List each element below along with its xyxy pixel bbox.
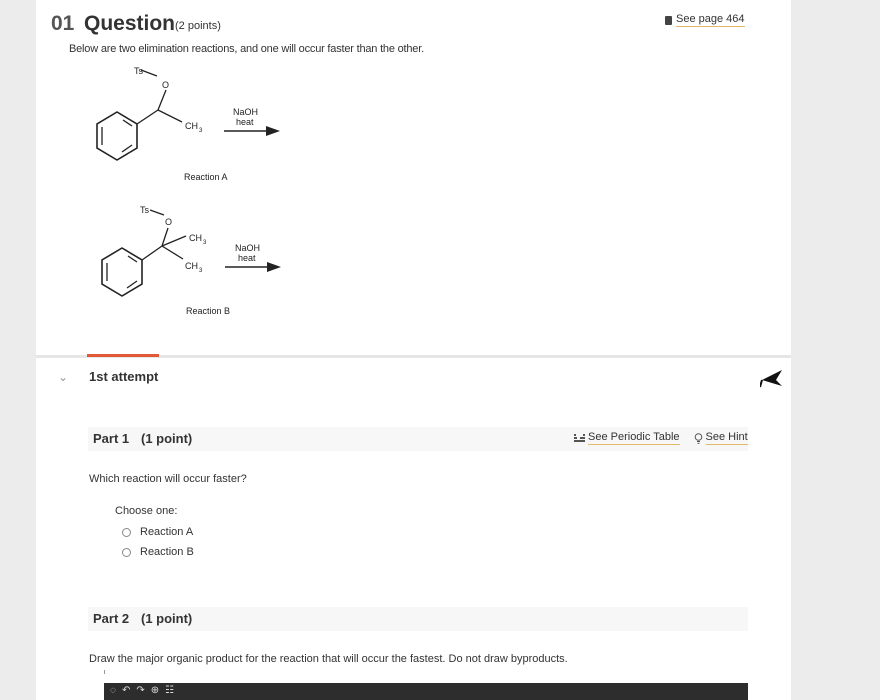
reaction-b-label: Reaction B: [186, 306, 230, 316]
chevron-down-icon[interactable]: ⌄: [58, 370, 68, 384]
see-hint-label: See Hint: [705, 431, 748, 445]
see-periodic-table-link[interactable]: See Periodic Table: [574, 431, 680, 445]
question-panel: 01 Question (2 points) See page 464 Belo…: [36, 0, 791, 700]
option-label: Reaction A: [140, 526, 194, 538]
drawing-editor-toolbar: ◌ ↶ ↷ ⊕ ☷: [104, 683, 748, 700]
part1-label: Part 1: [93, 431, 130, 446]
part2-header: Part 2 (1 point): [88, 607, 748, 631]
reaction-b-o: O: [165, 217, 172, 227]
periodic-table-icon: [574, 433, 585, 442]
see-periodic-table-label: See Periodic Table: [588, 431, 680, 445]
reaction-a-condition: heat: [236, 117, 254, 127]
reaction-b-ch3-top-sub: 3: [203, 240, 207, 246]
redo-icon[interactable]: ↷: [136, 685, 144, 696]
reset-icon[interactable]: ◌: [110, 685, 116, 696]
reaction-a-ts: Ts: [134, 66, 144, 76]
choose-one-label: Choose one:: [115, 505, 178, 517]
reaction-b-reagent: NaOH: [235, 243, 260, 253]
reaction-b-condition: heat: [238, 253, 256, 263]
part1-prompt: Which reaction will occur faster?: [89, 473, 247, 485]
reaction-a-o: O: [162, 80, 169, 90]
reaction-b-ch3-bottom: CH: [185, 261, 198, 271]
reaction-b-ch3-bottom-sub: 3: [199, 268, 203, 274]
part1-points: (1 point): [141, 431, 193, 446]
option-label: Reaction B: [140, 546, 194, 558]
reaction-b-ch3-top: CH: [189, 233, 202, 243]
see-hint-link[interactable]: See Hint: [694, 431, 748, 445]
undo-icon[interactable]: ↶: [122, 685, 130, 696]
part2-prompt: Draw the major organic product for the r…: [89, 653, 568, 665]
reaction-scheme: Ts O CH 3 NaOH heat Reaction A Ts O CH 3…: [96, 66, 281, 316]
zoom-icon[interactable]: ⊕: [151, 685, 159, 696]
reaction-a-ch3: CH: [185, 121, 198, 131]
flag-icon[interactable]: [760, 368, 784, 388]
radio-button[interactable]: [122, 547, 131, 557]
reaction-b-ts: Ts: [140, 205, 150, 215]
lightbulb-icon: [694, 432, 702, 444]
part2-points: (1 point): [141, 611, 193, 626]
option-reaction-a[interactable]: Reaction A: [122, 526, 193, 538]
reaction-a-arrow: [266, 126, 280, 136]
reaction-b-structure: Ts O CH 3 CH 3 NaOH heat Reaction B: [101, 205, 281, 316]
reaction-a-structure: Ts O CH 3 NaOH heat Reaction A: [96, 66, 280, 182]
attempt-tab-indicator: [87, 354, 159, 357]
part2-label: Part 2: [93, 611, 130, 626]
editor-marker: [104, 670, 105, 674]
option-reaction-b[interactable]: Reaction B: [122, 546, 194, 558]
settings-icon[interactable]: ☷: [165, 685, 174, 696]
reaction-a-ch3-sub: 3: [199, 128, 203, 134]
reaction-a-label: Reaction A: [184, 172, 228, 182]
reaction-b-arrow: [267, 262, 281, 272]
radio-button[interactable]: [122, 527, 131, 537]
attempt-label[interactable]: 1st attempt: [89, 369, 158, 384]
reaction-a-reagent: NaOH: [233, 107, 258, 117]
help-tools: See Periodic Table See Hint: [574, 431, 748, 445]
